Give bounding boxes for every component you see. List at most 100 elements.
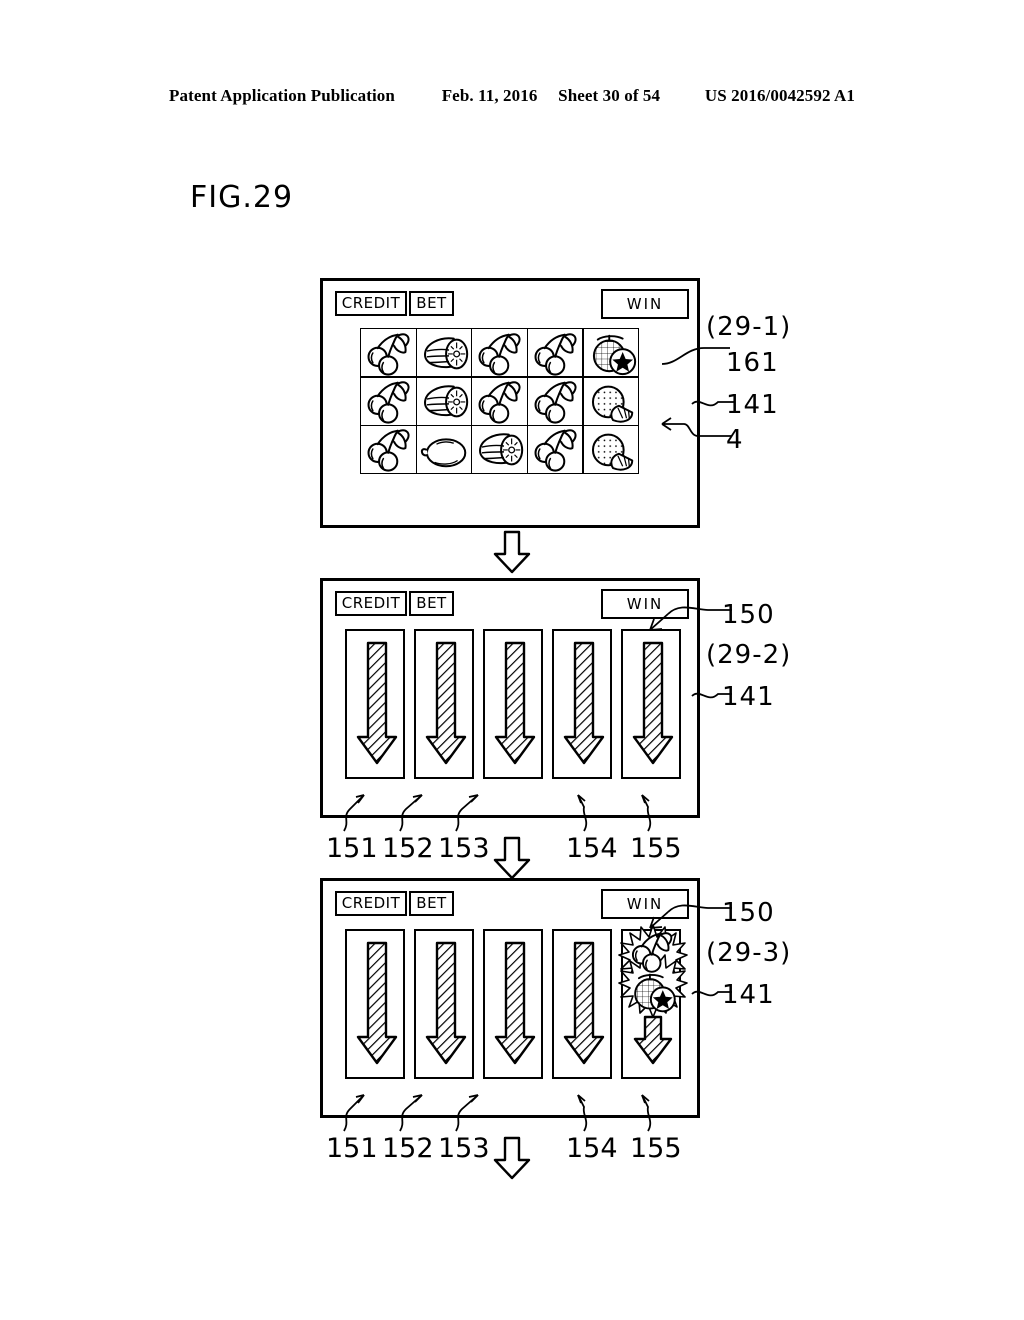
- flow-arrow-down: [493, 836, 531, 880]
- bet-meter: BET: [409, 291, 454, 316]
- reel-151: [345, 629, 405, 779]
- leader-line-161: [661, 347, 730, 365]
- orange-slice-icon: [591, 434, 633, 472]
- melon-star-icon: [592, 334, 636, 375]
- figure-label: FIG.29: [190, 180, 294, 215]
- cherry-icon: [478, 333, 522, 376]
- melon-slice-icon: [423, 337, 469, 370]
- cherry-icon: [534, 429, 577, 473]
- down-arrow-icon: [494, 941, 536, 1065]
- reel-ref-153: 153: [438, 1133, 490, 1164]
- reel-155: [621, 629, 681, 779]
- down-arrow-icon: [425, 941, 467, 1065]
- down-arrow-icon: [425, 641, 467, 765]
- symbol-cell: [415, 424, 473, 474]
- reel-151: [345, 929, 405, 1079]
- reference-leader-lines: [343, 1094, 652, 1132]
- reel-153: [483, 629, 543, 779]
- slot-screen-panel-29-1: CREDIT BET WIN: [320, 278, 700, 528]
- credit-meter-label: CREDIT: [341, 594, 401, 612]
- reel-ref-152: 152: [382, 1133, 434, 1164]
- cherry-icon: [534, 333, 577, 376]
- credit-meter: CREDIT: [335, 591, 407, 616]
- publication-title: Patent Application Publication: [169, 86, 395, 105]
- symbol-cell: [582, 376, 639, 426]
- symbol-cell: [360, 376, 417, 426]
- credit-meter-label: CREDIT: [341, 894, 401, 912]
- win-meter: WIN: [601, 289, 689, 319]
- leader-line-150-panel3: [649, 904, 732, 929]
- publication-header: Patent Application Publication Feb. 11, …: [0, 86, 1024, 106]
- bet-meter-label: BET: [416, 594, 447, 612]
- reel-152: [414, 629, 474, 779]
- down-arrow-icon: [632, 641, 674, 765]
- reference-leader-lines: [343, 794, 652, 832]
- step-label-29-2: (29-2): [706, 640, 792, 670]
- step-label-29-3: (29-3): [706, 938, 792, 968]
- flow-arrow-down: [493, 530, 531, 574]
- reel-ref-155: 155: [630, 1133, 682, 1164]
- bet-meter: BET: [409, 591, 454, 616]
- reel-ref-154: 154: [566, 833, 618, 864]
- cherry-icon: [367, 429, 410, 473]
- symbol-cell: [415, 328, 473, 378]
- leader-line-141-panel3: [691, 990, 732, 997]
- step-label-29-1: (29-1): [706, 312, 792, 342]
- symbol-cell: [360, 424, 417, 474]
- leader-line-141-panel1: [691, 400, 734, 407]
- reel-ref-152: 152: [382, 833, 434, 864]
- reel-row: [345, 924, 688, 1079]
- symbol-grid: [360, 328, 639, 474]
- symbol-cell: [527, 424, 584, 474]
- slot-screen-panel-29-3: CREDIT BET WIN: [320, 878, 700, 1118]
- cherry-icon: [534, 381, 577, 424]
- bet-meter: BET: [409, 891, 454, 916]
- down-arrow-icon: [494, 641, 536, 765]
- reel-154: [552, 629, 612, 779]
- reel-row: [345, 629, 681, 779]
- bet-meter-label: BET: [416, 294, 447, 312]
- winning-reel-icon: [618, 924, 688, 1065]
- cherry-icon: [367, 381, 410, 424]
- credit-meter-label: CREDIT: [341, 294, 401, 312]
- credit-meter: CREDIT: [335, 291, 407, 316]
- down-arrow-icon: [356, 941, 398, 1065]
- reel-ref-151: 151: [326, 833, 378, 864]
- symbol-cell: [582, 424, 639, 474]
- symbol-cell: [360, 328, 417, 378]
- symbol-cell: [415, 376, 473, 426]
- leader-line-141-panel2: [691, 692, 732, 699]
- reel-ref-154: 154: [566, 1133, 618, 1164]
- plum-icon: [420, 438, 467, 468]
- down-arrow-icon: [563, 941, 605, 1065]
- credit-meter: CREDIT: [335, 891, 407, 916]
- win-meter-label: WIN: [626, 294, 664, 313]
- reel-153: [483, 929, 543, 1079]
- down-arrow-icon: [563, 641, 605, 765]
- patent-number: US 2016/0042592 A1: [704, 86, 855, 105]
- symbol-cell: [582, 328, 639, 378]
- reel-154: [552, 929, 612, 1079]
- reel-155-stopped: [618, 924, 688, 1079]
- flow-arrow-down: [493, 1136, 531, 1180]
- sheet-number: Sheet 30 of 54: [558, 86, 661, 105]
- slot-screen-panel-29-2: CREDIT BET WIN: [320, 578, 700, 818]
- orange-slice-icon: [591, 385, 633, 423]
- reel-152: [414, 929, 474, 1079]
- symbol-cell: [527, 376, 584, 426]
- symbol-cell: [471, 376, 528, 426]
- symbol-cell: [471, 424, 528, 474]
- leader-line-4: [661, 417, 732, 437]
- bet-meter-label: BET: [416, 894, 447, 912]
- symbol-cell: [471, 328, 528, 378]
- cherry-icon: [367, 333, 410, 376]
- leader-line-150-panel2: [649, 606, 732, 631]
- symbol-cell: [527, 328, 584, 378]
- cherry-icon: [478, 381, 522, 424]
- reel-ref-153: 153: [438, 833, 490, 864]
- melon-slice-icon: [423, 385, 469, 418]
- publication-date: Feb. 11, 2016: [441, 86, 538, 105]
- melon-slice-icon: [479, 433, 524, 466]
- reel-ref-155: 155: [630, 833, 682, 864]
- reel-ref-151: 151: [326, 1133, 378, 1164]
